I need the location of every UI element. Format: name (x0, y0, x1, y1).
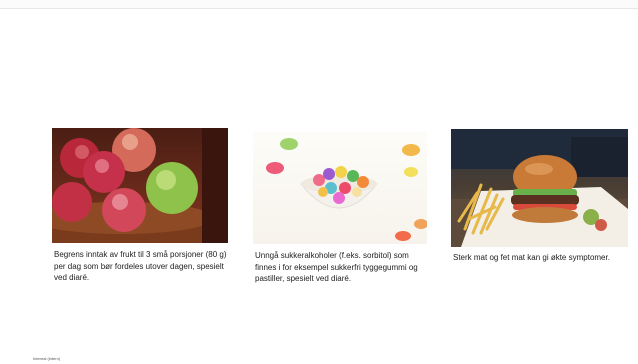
card-sugar-alcohols-caption: Unngå sukkeralkoholer (f.eks. sorbitol) … (255, 251, 418, 283)
card-sugar-alcohols: Unngå sukkeralkoholer (f.eks. sorbitol) … (253, 132, 427, 322)
candy-image (253, 132, 427, 244)
card-spicy-fatty-food: Sterk mat og fet mat kan gi økte symptom… (451, 129, 628, 319)
classification-label: Internal (intern) (33, 356, 61, 361)
card-fruit-caption: Begrens inntak av frukt til 3 små porsjo… (54, 250, 227, 282)
candy-illustration (266, 138, 427, 241)
slide-top-edge (0, 0, 638, 9)
apples-illustration (52, 128, 228, 243)
slide: Begrens inntak av frukt til 3 små porsjo… (0, 0, 638, 364)
burger-image (451, 129, 628, 247)
card-spicy-fatty-food-caption: Sterk mat og fet mat kan gi økte symptom… (453, 253, 610, 262)
apples-image (52, 128, 228, 243)
burger-illustration (451, 129, 628, 247)
card-fruit: Begrens inntak av frukt til 3 små porsjo… (52, 128, 228, 318)
